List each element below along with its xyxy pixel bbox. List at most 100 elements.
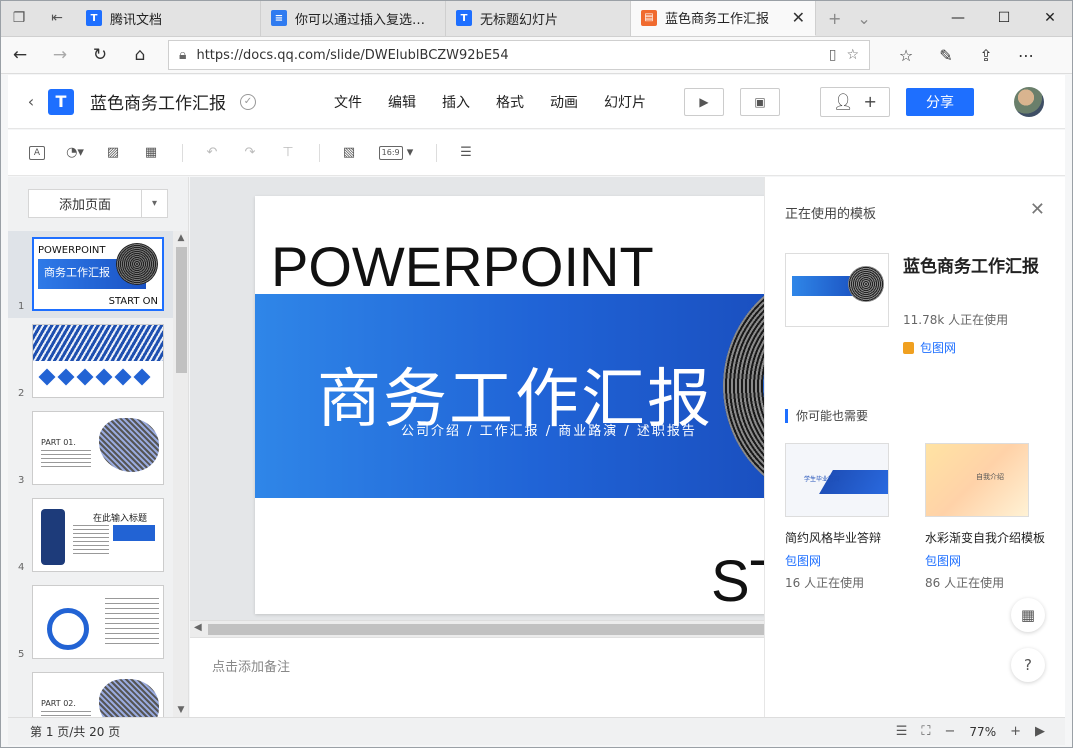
status-bar: 第 1 页/共 20 页 ☰ ⛶ − 77% + ▶ — [8, 717, 1065, 745]
play-icon[interactable]: ▶ — [1035, 724, 1045, 739]
more-menu-icon[interactable]: ⋯ — [1006, 46, 1046, 65]
thumbnail-scrollbar[interactable]: ▲ ▼ — [173, 231, 188, 717]
help-button[interactable]: ? — [1011, 648, 1045, 682]
recommend-card-self-intro[interactable]: 自我介绍 水彩渐变自我介绍模板 包图网 86 人正在使用 — [925, 443, 1055, 591]
scroll-left-icon[interactable]: ◀ — [194, 622, 202, 633]
current-slide[interactable]: POWERPOINT 商务工作汇报 公司介绍 / 工作汇报 / 商业路演 / 述… — [255, 196, 764, 614]
close-window-icon[interactable]: ✕ — [1027, 0, 1073, 36]
back-chevron-icon[interactable]: ‹ — [20, 92, 42, 111]
baotu-logo-icon — [903, 341, 914, 354]
shape-icon[interactable]: ◔▾ — [64, 142, 86, 164]
current-template-thumbnail[interactable] — [785, 253, 889, 327]
tencent-docs-icon: T — [86, 10, 102, 26]
recommend-usage: 86 人正在使用 — [925, 576, 1005, 590]
forward-icon[interactable]: → — [40, 45, 80, 65]
recommend-source[interactable]: 包图网 — [785, 552, 915, 569]
tab-list-chevron-icon[interactable]: ⌄ — [857, 9, 870, 28]
slide-thumbnail-4[interactable]: 在此输入标题 4 — [8, 492, 174, 579]
notes-toggle-icon[interactable]: ☰ — [896, 724, 908, 739]
slide-thumbnail-5[interactable]: 5 — [8, 579, 174, 666]
table-icon[interactable]: ▦ — [140, 142, 162, 164]
slide-thumbnail-3[interactable]: PART 01. 3 — [8, 405, 174, 492]
slide-title-text[interactable]: POWERPOINT — [271, 234, 654, 299]
recommend-source[interactable]: 包图网 — [925, 552, 1055, 569]
recommend-heading: 你可能也需要 — [785, 409, 868, 423]
add-page-dropdown-chevron-icon[interactable]: ▾ — [141, 190, 167, 217]
menu-insert[interactable]: 插入 — [442, 92, 470, 112]
undo-icon[interactable]: ↶ — [201, 142, 223, 164]
url-field[interactable]: 🔒︎ https://docs.qq.com/slide/DWElublBCZW… — [168, 40, 870, 70]
editing-toolbar: A ◔▾ ▨ ▦ ↶ ↷ ⊤ ▧ 16:9 ▾ ☰ — [8, 130, 1065, 176]
textbox-icon[interactable]: A — [26, 142, 48, 164]
scroll-up-icon[interactable]: ▲ — [173, 233, 188, 243]
thumbnail-number: 3 — [18, 475, 25, 486]
close-panel-icon[interactable]: ✕ — [1030, 199, 1045, 220]
qr-code-button[interactable]: ▦ — [1011, 598, 1045, 632]
scrollbar-thumb[interactable] — [208, 624, 764, 635]
image-icon[interactable]: ▨ — [102, 142, 124, 164]
slide-canvas[interactable]: POWERPOINT 商务工作汇报 公司介绍 / 工作汇报 / 商业路演 / 述… — [190, 177, 764, 620]
background-icon[interactable]: ▧ — [338, 142, 360, 164]
menu-slideshow[interactable]: 幻灯片 — [604, 92, 646, 112]
maximize-icon[interactable]: ☐ — [981, 0, 1027, 36]
thumbnail-number: 4 — [18, 562, 25, 573]
menu-file[interactable]: 文件 — [334, 92, 362, 112]
url-text: https://docs.qq.com/slide/DWElublBCZW92b… — [196, 47, 509, 63]
add-collaborator-button[interactable]: 👤︎ + — [820, 86, 890, 117]
thumbnail-image — [32, 585, 164, 659]
zoom-level[interactable]: 77% — [969, 725, 996, 739]
doc-title[interactable]: 蓝色商务工作汇报 — [90, 89, 228, 114]
avatar[interactable] — [1014, 86, 1044, 117]
tencent-docs-logo-icon[interactable]: T — [48, 88, 74, 115]
find-replace-icon[interactable]: ☰ — [455, 142, 477, 164]
zoom-in-icon[interactable]: + — [1010, 724, 1021, 739]
minimize-icon[interactable]: — — [935, 0, 981, 36]
current-template-usage: 11.78k 人正在使用 — [903, 313, 1009, 327]
thumbnail-number: 1 — [18, 301, 25, 312]
slide-thumbnail-2[interactable]: 2 — [8, 318, 174, 405]
reading-view-icon[interactable]: ▯ — [829, 47, 837, 63]
slide-thumbnail-6[interactable]: PART 02. — [8, 666, 174, 717]
play-slideshow-button[interactable]: ▶ — [684, 87, 724, 116]
close-tab-icon[interactable]: ✕ — [792, 8, 805, 27]
back-icon[interactable]: ← — [0, 45, 40, 65]
zoom-out-icon[interactable]: − — [945, 724, 956, 739]
redo-icon[interactable]: ↷ — [239, 142, 261, 164]
set-aside-tabs-icon[interactable]: ⇤ — [38, 0, 76, 36]
speaker-notes-area[interactable]: 点击添加备注 — [190, 637, 764, 717]
recommend-thumbnail[interactable]: 学生毕业答辩 — [785, 443, 889, 517]
slide-subtitle[interactable]: 公司介绍 / 工作汇报 / 商业路演 / 述职报告 — [401, 420, 697, 439]
new-tab-icon[interactable]: + — [828, 9, 841, 28]
scroll-down-icon[interactable]: ▼ — [173, 705, 188, 715]
home-icon[interactable]: ⌂ — [120, 45, 160, 65]
browser-tab-tencent-docs[interactable]: T 腾讯文档 — [76, 0, 261, 36]
current-template-source[interactable]: 包图网 — [903, 339, 956, 356]
canvas-horizontal-scrollbar[interactable]: ◀ — [190, 620, 764, 637]
plus-icon: + — [863, 92, 877, 111]
fit-screen-icon[interactable]: ⛶ — [921, 724, 930, 739]
refresh-icon[interactable]: ↻ — [80, 45, 120, 65]
scrollbar-thumb[interactable] — [176, 247, 187, 373]
share-page-icon[interactable]: ⇪ — [966, 46, 1006, 65]
browser-tab-blue-business[interactable]: ▤ 蓝色商务工作汇报 ✕ — [631, 0, 816, 36]
recommend-card-graduation[interactable]: 学生毕业答辩 简约风格毕业答辩 包图网 16 人正在使用 — [785, 443, 915, 591]
share-button[interactable]: 分享 — [906, 87, 974, 116]
recommend-thumbnail[interactable]: 自我介绍 — [925, 443, 1029, 517]
slide-ratio-dropdown[interactable]: 16:9 ▾ — [376, 142, 416, 164]
format-painter-icon[interactable]: ⊤ — [277, 142, 299, 164]
browser-tab-untitled-slide[interactable]: T 无标题幻灯片 — [446, 0, 631, 36]
notes-pen-icon[interactable]: ✎ — [926, 46, 966, 65]
menu-animation[interactable]: 动画 — [550, 92, 578, 112]
tab-actions-icon[interactable]: ❐ — [0, 0, 38, 36]
slide-thumbnail-1[interactable]: POWERPOINT 商务工作汇报 START ON 1 — [8, 231, 174, 318]
favorites-icon[interactable]: ☆ — [886, 46, 926, 65]
slide-tail-text[interactable]: ST — [711, 548, 764, 614]
browser-tab-checkbox-doc[interactable]: ≡ 你可以通过插入复选框来 — [261, 0, 446, 36]
favorite-star-icon[interactable]: ☆ — [846, 47, 859, 63]
slide-icon: ▤ — [641, 9, 657, 26]
menu-edit[interactable]: 编辑 — [388, 92, 416, 112]
add-page-button[interactable]: 添加页面 ▾ — [28, 189, 168, 218]
presenter-view-button[interactable]: ▣ — [740, 87, 780, 116]
recommend-usage: 16 人正在使用 — [785, 576, 865, 590]
menu-format[interactable]: 格式 — [496, 92, 524, 112]
